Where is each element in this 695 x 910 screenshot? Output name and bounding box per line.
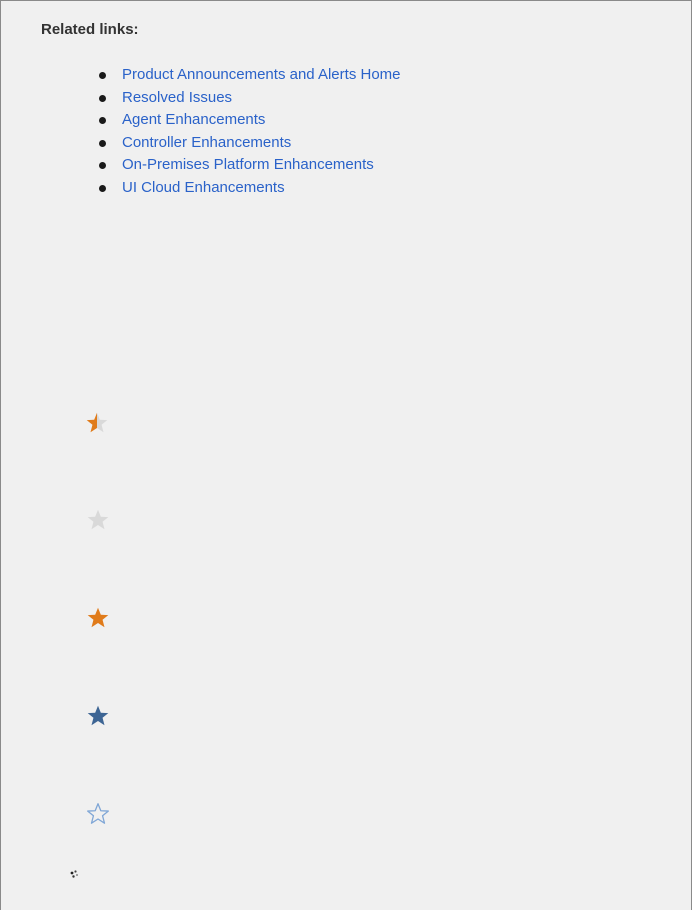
bullet-icon <box>99 162 106 169</box>
link-controller-enhancements[interactable]: Controller Enhancements <box>122 134 291 151</box>
list-item: On-Premises Platform Enhancements <box>99 155 401 178</box>
grey-star-icon <box>85 507 111 533</box>
link-ui-cloud-enhancements[interactable]: UI Cloud Enhancements <box>122 179 285 196</box>
related-links-panel: Related links: Product Announcements and… <box>0 0 692 910</box>
bullet-icon <box>99 72 106 79</box>
list-item: UI Cloud Enhancements <box>99 178 401 201</box>
orange-star-icon <box>85 605 111 631</box>
bullet-icon <box>99 139 106 147</box>
link-product-announcements-home[interactable]: Product Announcements and Alerts Home <box>122 66 401 83</box>
link-agent-enhancements[interactable]: Agent Enhancements <box>122 111 265 128</box>
link-resolved-issues[interactable]: Resolved Issues <box>122 89 232 106</box>
related-links-list: Product Announcements and Alerts Home Re… <box>99 65 401 201</box>
outline-star-icon <box>85 801 111 827</box>
bullet-icon <box>99 184 106 192</box>
half-star-icon <box>84 410 110 436</box>
list-item: Resolved Issues <box>99 88 401 111</box>
related-links-heading: Related links: <box>41 21 139 38</box>
list-item: Product Announcements and Alerts Home <box>99 65 401 88</box>
blue-star-icon <box>85 703 111 729</box>
list-item: Agent Enhancements <box>99 110 401 133</box>
bullet-icon <box>99 117 106 124</box>
bullet-icon <box>99 94 106 102</box>
link-on-premises-platform-enhancements[interactable]: On-Premises Platform Enhancements <box>122 156 374 173</box>
list-item: Controller Enhancements <box>99 133 401 156</box>
loading-icon <box>68 868 82 882</box>
